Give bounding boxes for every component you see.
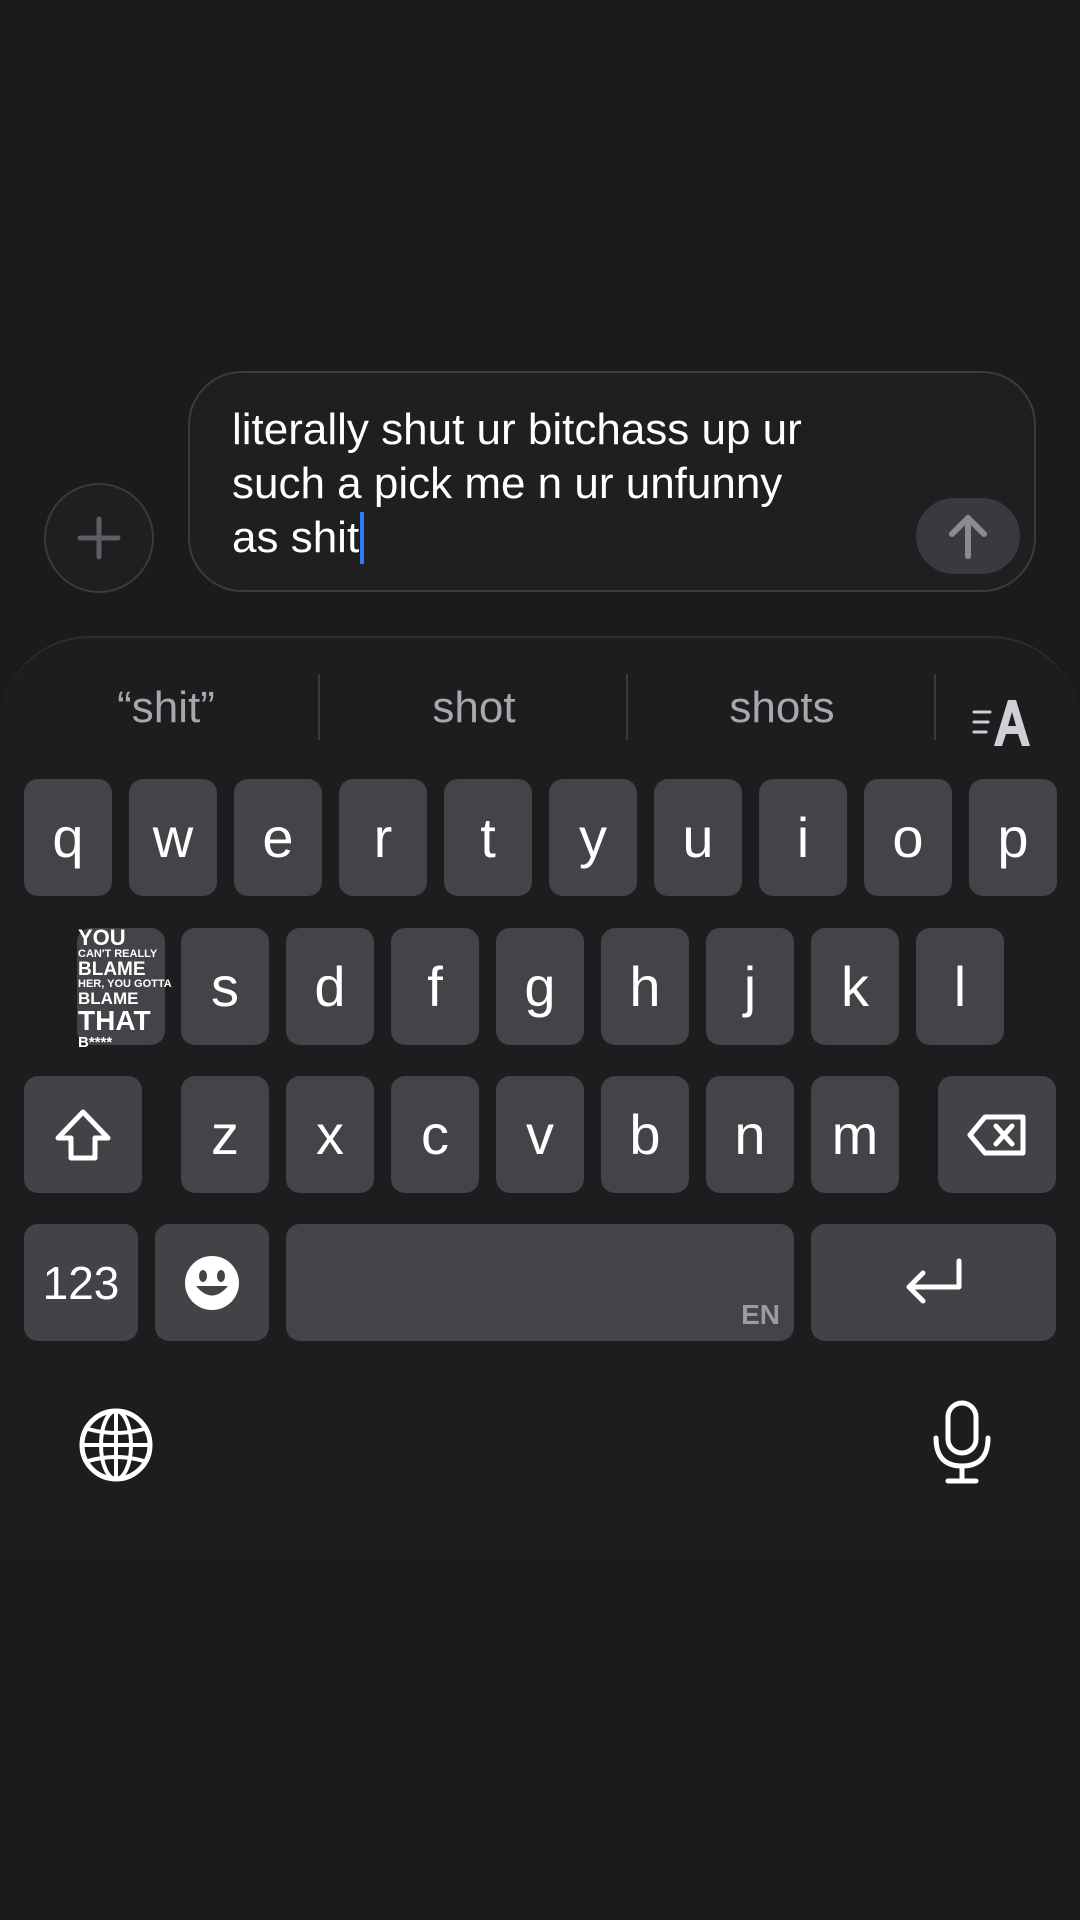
bottom-background	[0, 1556, 1080, 1920]
key-w[interactable]: w	[129, 779, 217, 896]
suggestion-item[interactable]: “shit”	[16, 678, 316, 738]
message-text: literally shut ur bitchass up ur such a …	[232, 405, 802, 562]
suggestion-bar: “shit” shot shots	[0, 638, 1080, 778]
suggestion-item[interactable]: shot	[324, 678, 624, 738]
key-b[interactable]: b	[601, 1076, 689, 1193]
key-o[interactable]: o	[864, 779, 952, 896]
backspace-icon	[967, 1114, 1026, 1155]
space-key[interactable]: EN	[286, 1224, 794, 1341]
key-n[interactable]: n	[706, 1076, 794, 1193]
send-button[interactable]	[916, 498, 1020, 574]
key-f[interactable]: f	[391, 928, 479, 1045]
key-k[interactable]: k	[811, 928, 899, 1045]
text-cursor	[360, 512, 365, 564]
text-format-icon[interactable]	[970, 694, 1034, 750]
key-q[interactable]: q	[24, 779, 112, 896]
key-j[interactable]: j	[706, 928, 794, 1045]
key-t[interactable]: t	[444, 779, 532, 896]
key-e[interactable]: e	[234, 779, 322, 896]
emoji-key[interactable]	[155, 1224, 269, 1341]
key-i[interactable]: i	[759, 779, 847, 896]
suggestion-divider	[318, 674, 320, 740]
shift-key[interactable]	[24, 1076, 142, 1193]
suggestion-item[interactable]: shots	[632, 678, 932, 738]
add-attachment-button[interactable]	[44, 483, 154, 593]
key-h[interactable]: h	[601, 928, 689, 1045]
key-g[interactable]: g	[496, 928, 584, 1045]
key-z[interactable]: z	[181, 1076, 269, 1193]
return-icon	[906, 1258, 961, 1303]
message-input[interactable]: literally shut ur bitchass up ur such a …	[188, 371, 1036, 592]
key-v[interactable]: v	[496, 1076, 584, 1193]
globe-icon[interactable]	[78, 1407, 154, 1483]
sticker-overlay: YOU CAN'T REALLY BLAME HER, YOU GOTTA BL…	[78, 925, 172, 1051]
key-x[interactable]: x	[286, 1076, 374, 1193]
microphone-icon[interactable]	[930, 1400, 994, 1486]
key-l[interactable]: l	[916, 928, 1004, 1045]
key-r[interactable]: r	[339, 779, 427, 896]
delete-key[interactable]	[938, 1076, 1056, 1193]
key-p[interactable]: p	[969, 779, 1057, 896]
key-y[interactable]: y	[549, 779, 637, 896]
key-m[interactable]: m	[811, 1076, 899, 1193]
shift-icon	[55, 1109, 111, 1160]
language-label: EN	[741, 1299, 780, 1330]
app-background	[0, 0, 1080, 370]
suggestion-divider	[626, 674, 628, 740]
key-d[interactable]: d	[286, 928, 374, 1045]
plus-icon	[77, 516, 121, 560]
return-key[interactable]	[811, 1224, 1056, 1341]
numbers-key[interactable]: 123	[24, 1224, 138, 1341]
emoji-icon	[185, 1255, 239, 1310]
arrow-up-icon	[949, 515, 987, 559]
suggestion-divider	[934, 674, 936, 740]
key-u[interactable]: u	[654, 779, 742, 896]
key-s[interactable]: s	[181, 928, 269, 1045]
key-c[interactable]: c	[391, 1076, 479, 1193]
